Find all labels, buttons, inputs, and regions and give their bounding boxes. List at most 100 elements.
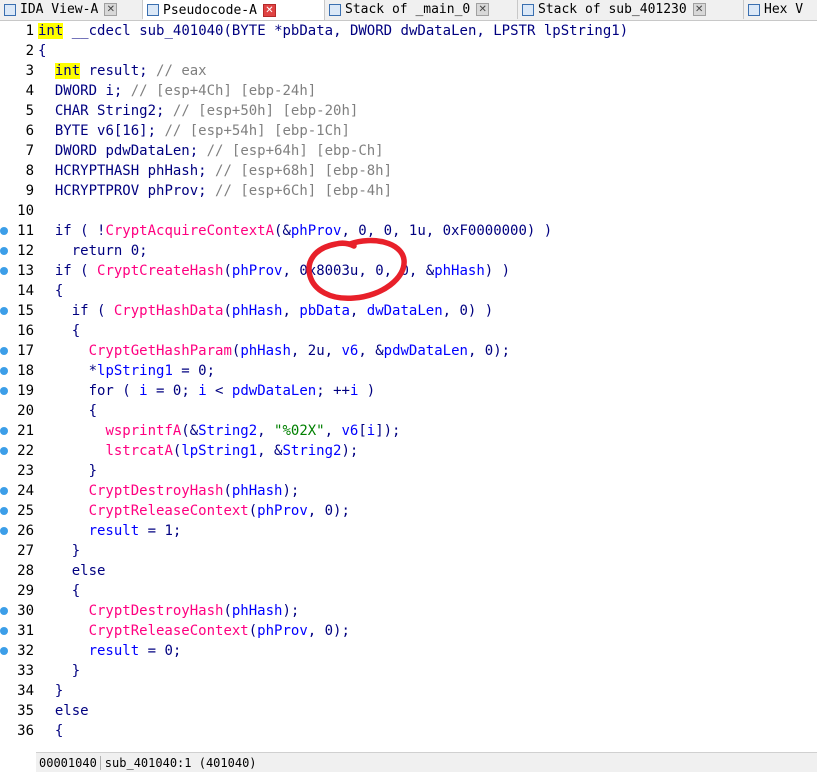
breakpoint-dot-icon[interactable] bbox=[0, 347, 8, 355]
line-number: 8 bbox=[25, 163, 34, 179]
close-icon[interactable]: ✕ bbox=[476, 3, 490, 16]
line-number: 3 bbox=[25, 63, 34, 79]
code-line[interactable]: 23 } bbox=[0, 461, 817, 481]
breakpoint-dot-icon[interactable] bbox=[0, 647, 8, 655]
code-text[interactable]: if ( CryptCreateHash(phProv, 0x8003u, 0,… bbox=[38, 261, 510, 281]
code-line[interactable]: 18 *lpString1 = 0; bbox=[0, 361, 817, 381]
breakpoint-dot-icon[interactable] bbox=[0, 607, 8, 615]
breakpoint-dot-icon[interactable] bbox=[0, 507, 8, 515]
code-text[interactable]: if ( CryptHashData(phHash, pbData, dwDat… bbox=[38, 301, 493, 321]
code-line[interactable]: 25 CryptReleaseContext(phProv, 0); bbox=[0, 501, 817, 521]
code-line[interactable]: 17 CryptGetHashParam(phHash, 2u, v6, &pd… bbox=[0, 341, 817, 361]
tab-ida-view-a[interactable]: IDA View-A ✕ bbox=[0, 0, 143, 19]
code-line[interactable]: 9 HCRYPTPROV phProv; // [esp+6Ch] [ebp-4… bbox=[0, 181, 817, 201]
code-line[interactable]: 29 { bbox=[0, 581, 817, 601]
tab-pseudocode-a[interactable]: Pseudocode-A ✕ bbox=[143, 0, 325, 20]
breakpoint-dot-icon[interactable] bbox=[0, 427, 8, 435]
code-line[interactable]: 16 { bbox=[0, 321, 817, 341]
code-line[interactable]: 36 { bbox=[0, 721, 817, 741]
code-line[interactable]: 27 } bbox=[0, 541, 817, 561]
code-text[interactable]: else bbox=[38, 701, 89, 721]
code-text[interactable]: result = 0; bbox=[38, 641, 182, 661]
code-line[interactable]: 35 else bbox=[0, 701, 817, 721]
code-text[interactable]: for ( i = 0; i < pdwDataLen; ++i ) bbox=[38, 381, 376, 401]
code-line[interactable]: 19 for ( i = 0; i < pdwDataLen; ++i ) bbox=[0, 381, 817, 401]
code-text[interactable]: { bbox=[38, 581, 80, 601]
code-line[interactable]: 26 result = 1; bbox=[0, 521, 817, 541]
code-line[interactable]: 1 int __cdecl sub_401040(BYTE *pbData, DW… bbox=[0, 21, 817, 41]
code-line[interactable]: 3 int result; // eax bbox=[0, 61, 817, 81]
code-text[interactable]: wsprintfA(&String2, "%02X", v6[i]); bbox=[38, 421, 400, 441]
code-line[interactable]: 15 if ( CryptHashData(phHash, pbData, dw… bbox=[0, 301, 817, 321]
line-number: 6 bbox=[25, 123, 34, 139]
code-line[interactable]: 22 lstrcatA(lpString1, &String2); bbox=[0, 441, 817, 461]
code-text[interactable]: } bbox=[38, 541, 80, 561]
code-text[interactable]: CryptGetHashParam(phHash, 2u, v6, &pdwDa… bbox=[38, 341, 511, 361]
tab-hex-view[interactable]: Hex V bbox=[744, 0, 817, 19]
code-text[interactable]: DWORD pdwDataLen; // [esp+64h] [ebp-Ch] bbox=[38, 141, 384, 161]
code-text[interactable]: HCRYPTPROV phProv; // [esp+6Ch] [ebp-4h] bbox=[38, 181, 392, 201]
line-number: 30 bbox=[17, 603, 34, 619]
code-line[interactable]: 7 DWORD pdwDataLen; // [esp+64h] [ebp-Ch… bbox=[0, 141, 817, 161]
breakpoint-dot-icon[interactable] bbox=[0, 627, 8, 635]
code-line[interactable]: 5 CHAR String2; // [esp+50h] [ebp-20h] bbox=[0, 101, 817, 121]
line-number: 28 bbox=[17, 563, 34, 579]
close-icon[interactable]: ✕ bbox=[104, 3, 118, 16]
code-line[interactable]: 8 HCRYPTHASH phHash; // [esp+68h] [ebp-8… bbox=[0, 161, 817, 181]
breakpoint-dot-icon[interactable] bbox=[0, 307, 8, 315]
code-line[interactable]: 32 result = 0; bbox=[0, 641, 817, 661]
code-text[interactable]: HCRYPTHASH phHash; // [esp+68h] [ebp-8h] bbox=[38, 161, 392, 181]
code-line[interactable]: 24 CryptDestroyHash(phHash); bbox=[0, 481, 817, 501]
code-line[interactable]: 21 wsprintfA(&String2, "%02X", v6[i]); bbox=[0, 421, 817, 441]
code-text[interactable]: lstrcatA(lpString1, &String2); bbox=[38, 441, 358, 461]
code-line[interactable]: 28 else bbox=[0, 561, 817, 581]
line-number: 31 bbox=[17, 623, 34, 639]
code-text[interactable]: } bbox=[38, 681, 63, 701]
breakpoint-dot-icon[interactable] bbox=[0, 447, 8, 455]
code-line[interactable]: 33 } bbox=[0, 661, 817, 681]
code-text[interactable]: int result; // eax bbox=[38, 61, 207, 81]
code-text[interactable]: CryptReleaseContext(phProv, 0); bbox=[38, 501, 350, 521]
code-text[interactable]: } bbox=[38, 661, 80, 681]
code-text[interactable]: BYTE v6[16]; // [esp+54h] [ebp-1Ch] bbox=[38, 121, 350, 141]
line-number: 36 bbox=[17, 723, 34, 739]
code-text[interactable]: CryptDestroyHash(phHash); bbox=[38, 601, 300, 621]
code-line[interactable]: 2{ bbox=[0, 41, 817, 61]
code-line[interactable]: 30 CryptDestroyHash(phHash); bbox=[0, 601, 817, 621]
code-line[interactable]: 20 { bbox=[0, 401, 817, 421]
code-text[interactable]: if ( !CryptAcquireContextA(&phProv, 0, 0… bbox=[38, 221, 552, 241]
breakpoint-dot-icon[interactable] bbox=[0, 367, 8, 375]
pseudocode-view[interactable]: 1 int __cdecl sub_401040(BYTE *pbData, DW… bbox=[0, 21, 817, 750]
code-text[interactable]: { bbox=[38, 41, 46, 61]
code-text[interactable]: { bbox=[38, 281, 63, 301]
line-number: 4 bbox=[25, 83, 34, 99]
code-line[interactable]: 31 CryptReleaseContext(phProv, 0); bbox=[0, 621, 817, 641]
tab-stack-main[interactable]: Stack of _main_0 ✕ bbox=[325, 0, 518, 19]
code-text[interactable]: int __cdecl sub_401040(BYTE *pbData, DWO… bbox=[38, 21, 628, 41]
code-text[interactable]: CryptReleaseContext(phProv, 0); bbox=[38, 621, 350, 641]
code-text[interactable]: result = 1; bbox=[38, 521, 182, 541]
code-text[interactable]: return 0; bbox=[38, 241, 148, 261]
code-text[interactable]: { bbox=[38, 721, 63, 741]
code-line[interactable]: 34 } bbox=[0, 681, 817, 701]
code-text[interactable]: DWORD i; // [esp+4Ch] [ebp-24h] bbox=[38, 81, 316, 101]
breakpoint-dot-icon[interactable] bbox=[0, 227, 8, 235]
breakpoint-dot-icon[interactable] bbox=[0, 487, 8, 495]
breakpoint-dot-icon[interactable] bbox=[0, 247, 8, 255]
breakpoint-dot-icon[interactable] bbox=[0, 387, 8, 395]
breakpoint-dot-icon[interactable] bbox=[0, 267, 8, 275]
code-line[interactable]: 10 bbox=[0, 201, 817, 221]
code-text[interactable]: { bbox=[38, 401, 97, 421]
tab-stack-sub-401230[interactable]: Stack of sub_401230 ✕ bbox=[518, 0, 744, 19]
code-text[interactable]: } bbox=[38, 461, 97, 481]
close-icon[interactable]: ✕ bbox=[692, 3, 706, 16]
code-text[interactable]: CryptDestroyHash(phHash); bbox=[38, 481, 300, 501]
close-icon[interactable]: ✕ bbox=[262, 3, 276, 17]
code-line[interactable]: 6 BYTE v6[16]; // [esp+54h] [ebp-1Ch] bbox=[0, 121, 817, 141]
code-text[interactable]: { bbox=[38, 321, 80, 341]
code-text[interactable]: else bbox=[38, 561, 106, 581]
code-text[interactable]: *lpString1 = 0; bbox=[38, 361, 215, 381]
code-text[interactable]: CHAR String2; // [esp+50h] [ebp-20h] bbox=[38, 101, 358, 121]
breakpoint-dot-icon[interactable] bbox=[0, 527, 8, 535]
code-line[interactable]: 4 DWORD i; // [esp+4Ch] [ebp-24h] bbox=[0, 81, 817, 101]
